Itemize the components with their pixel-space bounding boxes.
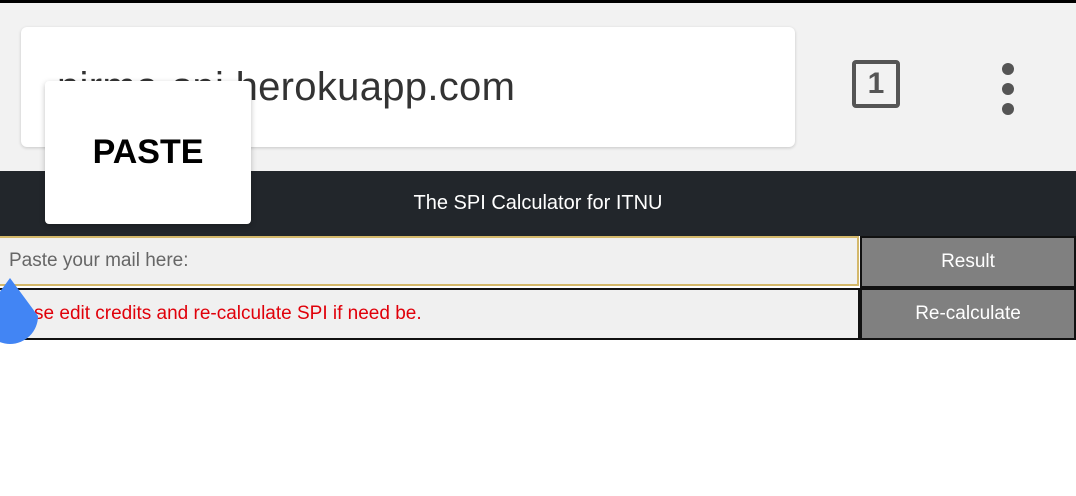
page-title: The SPI Calculator for ITNU <box>413 192 663 214</box>
result-button[interactable]: Result <box>860 236 1076 288</box>
notice-text: Please edit credits and re-calculate SPI… <box>0 303 422 324</box>
tab-switcher-button[interactable]: 1 <box>852 60 900 108</box>
paste-button[interactable]: PASTE <box>45 81 251 224</box>
notice-row: Please edit credits and re-calculate SPI… <box>0 288 860 340</box>
text-cursor-handle-icon[interactable] <box>0 278 38 344</box>
mail-input[interactable] <box>0 236 859 286</box>
recalculate-button[interactable]: Re-calculate <box>860 288 1076 340</box>
overflow-menu-icon[interactable] <box>996 63 1020 115</box>
